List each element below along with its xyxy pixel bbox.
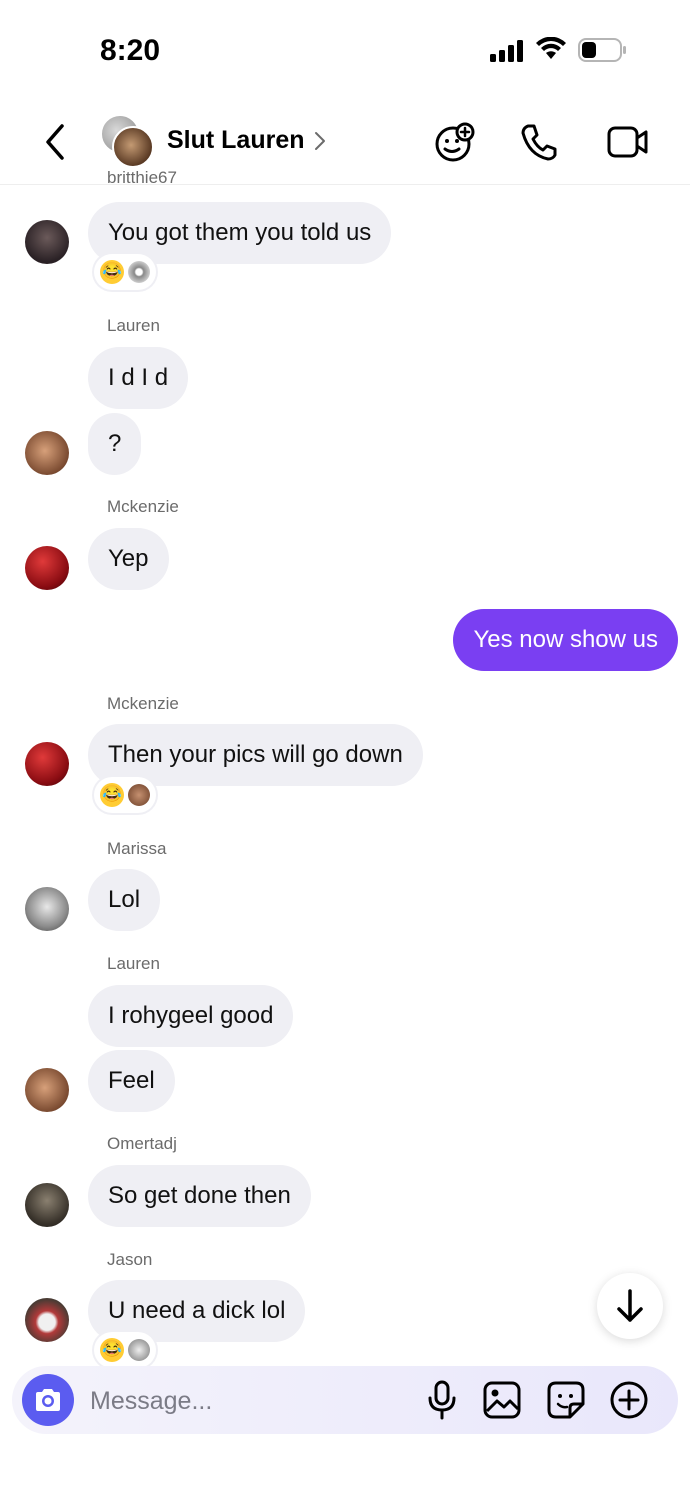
sender-name: Omertadj (107, 1134, 177, 1153)
wifi-icon (536, 37, 566, 59)
sender-name: Mckenzie (107, 694, 179, 713)
message-bubble[interactable]: I d I d (88, 347, 189, 409)
avatar[interactable] (25, 1068, 69, 1112)
add-game-icon[interactable] (433, 122, 477, 162)
avatar[interactable] (25, 546, 69, 590)
avatar[interactable] (25, 431, 69, 475)
status-bar: 8:20 (0, 0, 690, 100)
camera-icon (36, 1389, 60, 1411)
chat-title[interactable]: Slut Lauren (167, 126, 305, 155)
gallery-icon[interactable] (482, 1380, 522, 1420)
sender-name-cut: britthie67 (107, 168, 177, 187)
group-avatar[interactable] (100, 114, 154, 168)
sender-name: Jason (107, 1250, 153, 1269)
message-bubble[interactable]: Yep (88, 528, 169, 590)
avatar[interactable] (25, 887, 69, 931)
message-bubble[interactable]: Lol (88, 869, 161, 931)
avatar[interactable] (25, 1183, 69, 1227)
message-bubble[interactable]: ? (88, 413, 142, 475)
avatar[interactable] (25, 742, 69, 786)
avatar[interactable] (25, 220, 69, 264)
avatar[interactable] (25, 1298, 69, 1342)
laughing-emoji-icon: 😂 (100, 783, 124, 807)
sender-name: Marissa (107, 839, 167, 858)
back-icon[interactable] (40, 122, 70, 162)
message-bubble[interactable]: Feel (88, 1050, 175, 1112)
sender-name: Mckenzie (107, 497, 179, 516)
chevron-right-icon[interactable] (313, 130, 327, 152)
sticker-icon[interactable] (546, 1380, 586, 1420)
reactions[interactable]: 😂 (94, 1332, 156, 1368)
message-composer (12, 1366, 678, 1434)
reactor-avatar (128, 1339, 150, 1361)
scroll-to-bottom-button[interactable] (597, 1273, 663, 1339)
cellular-signal-icon (490, 40, 523, 62)
arrow-down-icon (617, 1289, 643, 1322)
battery-icon (578, 38, 626, 62)
microphone-icon[interactable] (426, 1380, 458, 1420)
chat-header: Slut Lauren (0, 100, 690, 185)
sender-name: Lauren (107, 954, 160, 973)
reactor-avatar (128, 261, 150, 283)
sender-name: Lauren (107, 316, 160, 335)
reactions[interactable]: 😂 (94, 777, 156, 813)
my-message-bubble[interactable]: Yes now show us (453, 609, 678, 671)
laughing-emoji-icon: 😂 (100, 260, 124, 284)
reactor-avatar (128, 784, 150, 806)
status-time: 8:20 (100, 34, 161, 67)
message-bubble[interactable]: I rohygeel good (88, 985, 294, 1047)
message-input[interactable] (88, 1380, 392, 1422)
message-bubble[interactable]: So get done then (88, 1165, 311, 1227)
plus-icon[interactable] (609, 1380, 649, 1420)
laughing-emoji-icon: 😂 (100, 1338, 124, 1362)
phone-icon[interactable] (519, 122, 559, 162)
camera-button[interactable] (22, 1374, 74, 1426)
reactions[interactable]: 😂 (94, 254, 156, 290)
video-icon[interactable] (606, 122, 650, 162)
